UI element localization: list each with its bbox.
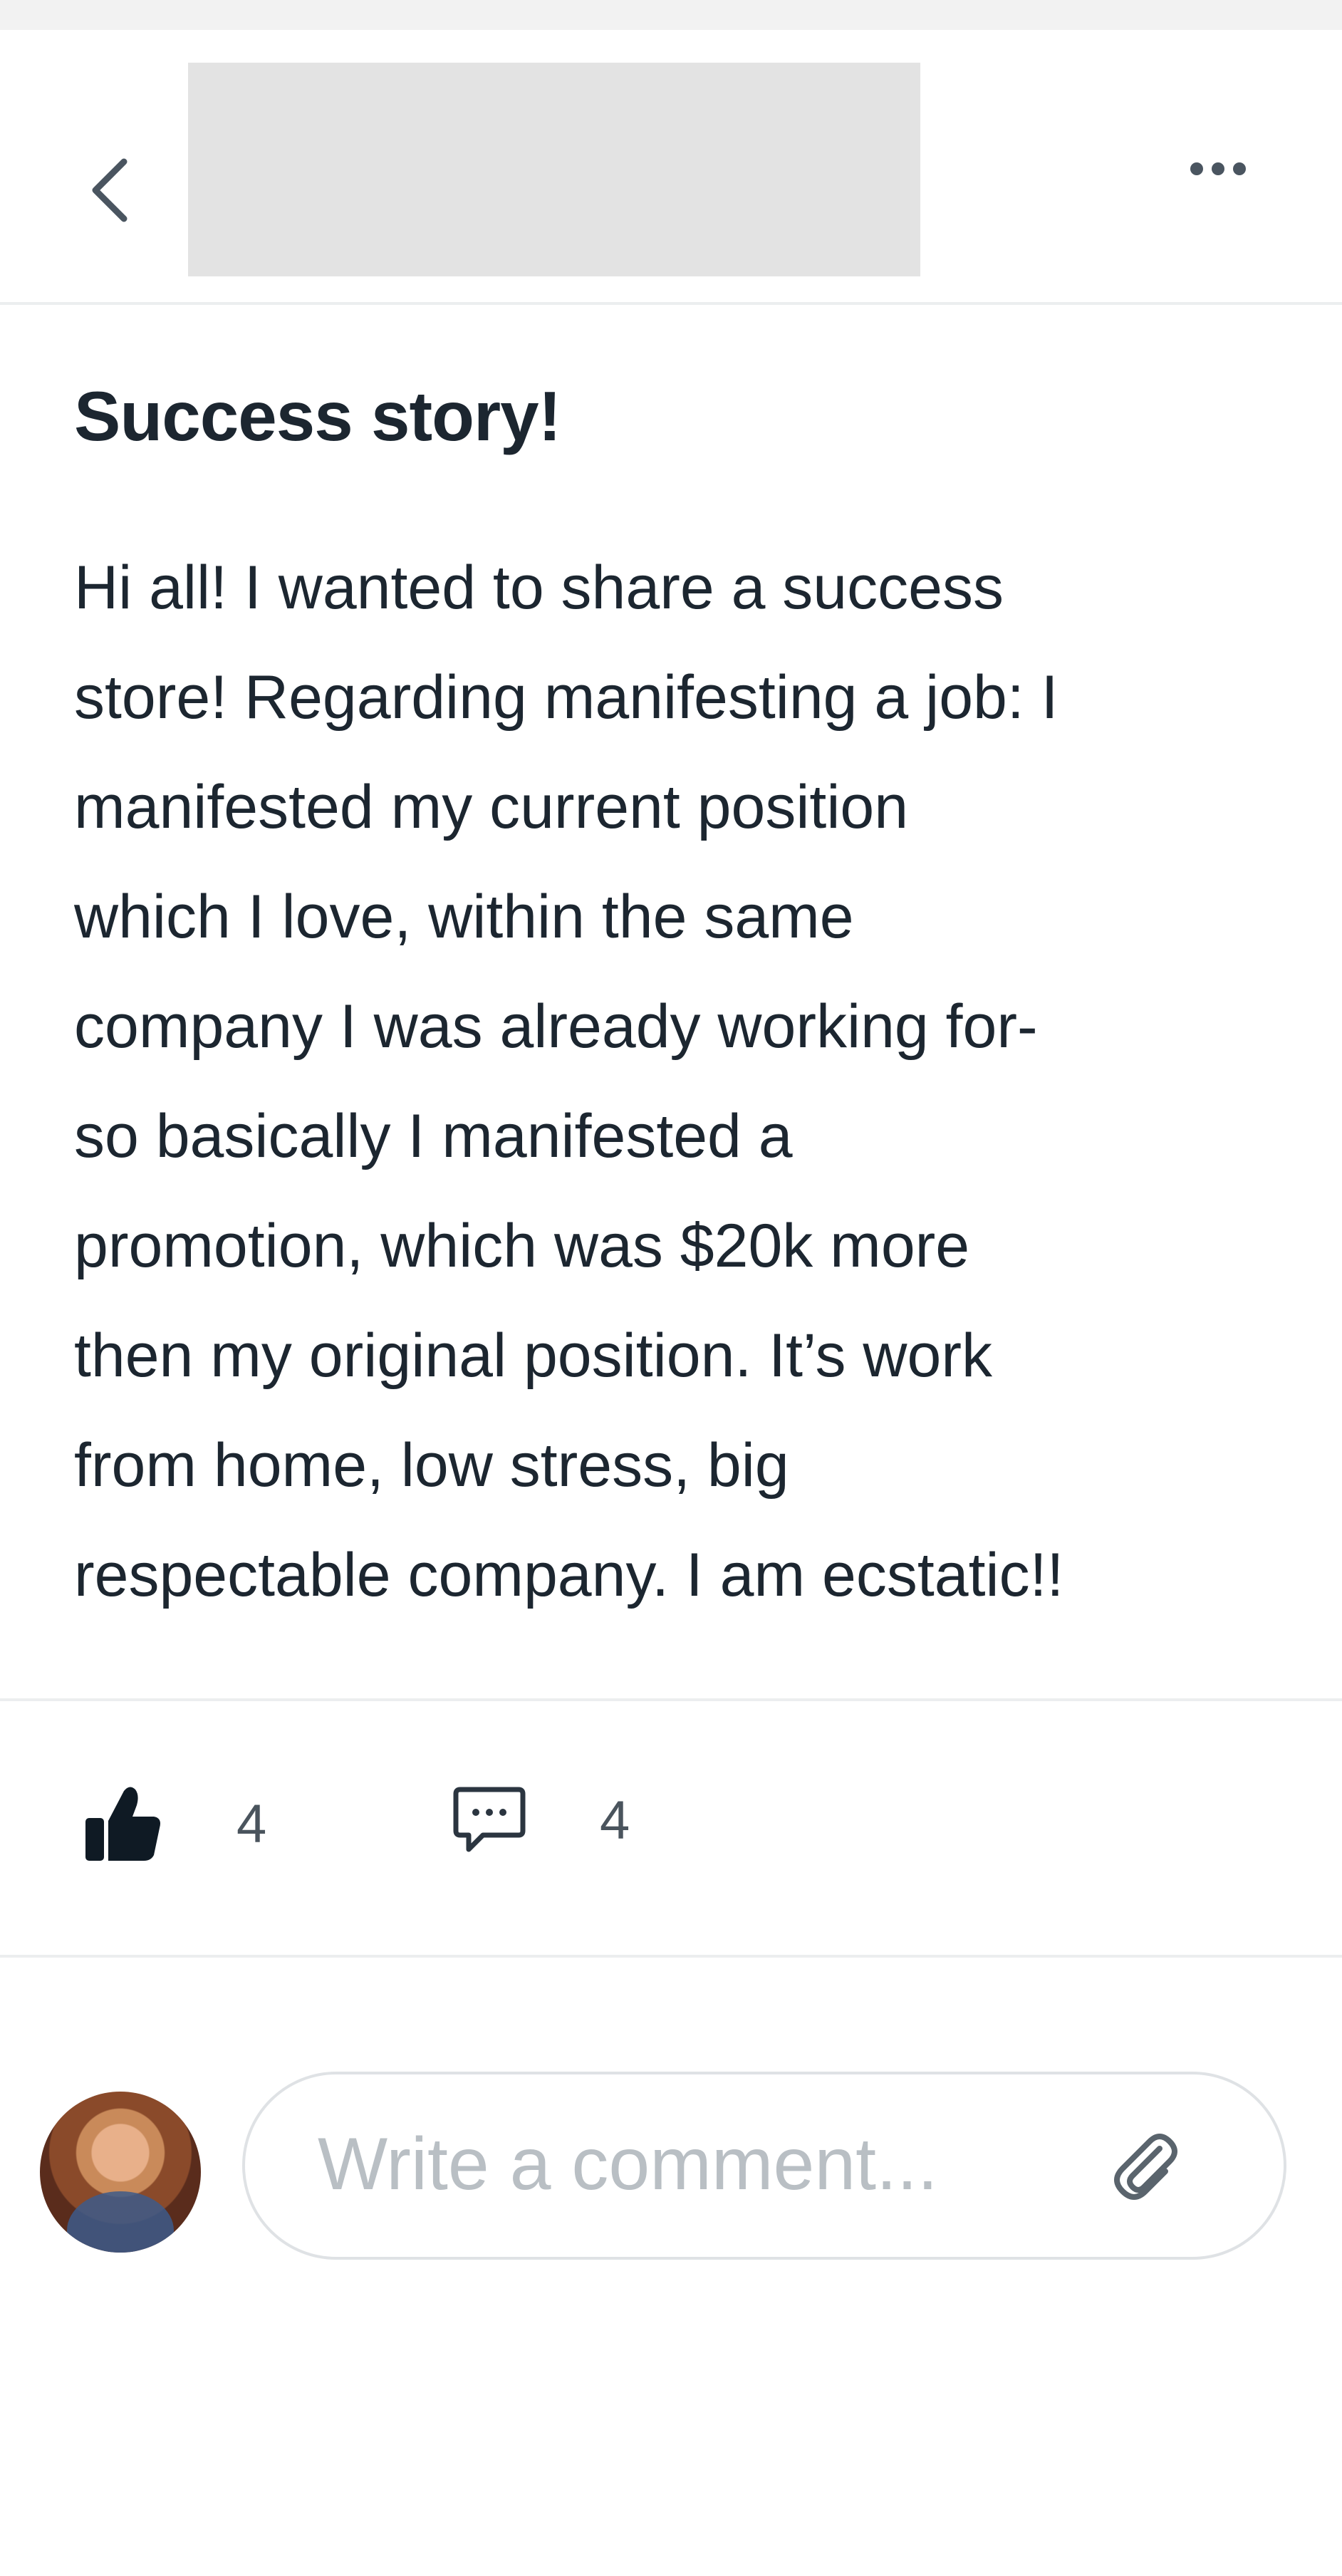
more-dot xyxy=(1212,162,1224,175)
comment-input[interactable] xyxy=(316,2110,1074,2218)
attach-button[interactable] xyxy=(1090,2113,1197,2220)
comment-bubble-icon xyxy=(453,1787,526,1852)
app-header xyxy=(0,30,1342,305)
post-body: Hi all! I wanted to share a success stor… xyxy=(74,554,1064,1609)
post-title: Success story! xyxy=(74,377,561,455)
comment-button[interactable]: 4 xyxy=(450,1781,630,1859)
chevron-left-icon xyxy=(92,158,128,222)
status-bar xyxy=(0,0,1342,30)
paperclip-icon xyxy=(1114,2134,1177,2200)
divider xyxy=(0,1955,1342,1958)
more-options-button[interactable] xyxy=(1168,137,1268,201)
comment-input-container[interactable] xyxy=(242,2072,1286,2260)
reactions-bar: 4 4 xyxy=(0,1703,1342,1959)
comment-composer xyxy=(0,2035,1342,2305)
divider xyxy=(0,1698,1342,1701)
back-button[interactable] xyxy=(77,151,141,229)
more-horizontal-icon xyxy=(1190,162,1203,175)
comment-count: 4 xyxy=(600,1790,630,1851)
like-button[interactable]: 4 xyxy=(80,1781,266,1866)
more-dot xyxy=(1233,162,1246,175)
like-count: 4 xyxy=(236,1793,267,1854)
thumbs-up-icon xyxy=(85,1787,160,1861)
redacted-group-title xyxy=(188,63,920,276)
avatar[interactable] xyxy=(40,2092,201,2253)
